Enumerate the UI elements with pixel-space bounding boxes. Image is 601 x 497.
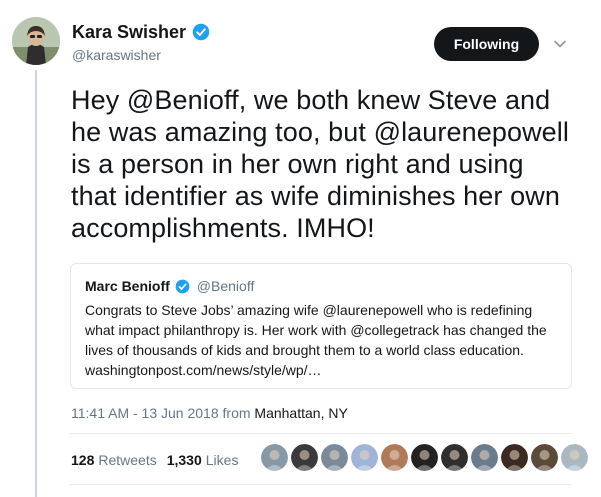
profile-photo-avatar-icon: [12, 17, 60, 65]
liker-avatar-7-icon[interactable]: [441, 444, 468, 471]
tweet-text: Hey @Benioff, we both knew Steve and he …: [71, 84, 571, 244]
tweet-text-line: that identifier as wife diminishes her o…: [71, 181, 560, 211]
liker-avatar-6-icon[interactable]: [411, 444, 438, 471]
author-name-row[interactable]: Kara Swisher: [72, 21, 210, 43]
retweets-label: Retweets: [98, 452, 157, 468]
quoted-link[interactable]: washingtonpost.com/news/style/wp/…: [85, 360, 565, 380]
retweets-stat[interactable]: 128 Retweets: [71, 451, 157, 469]
liker-avatars: [261, 444, 588, 471]
liker-avatar-11-icon[interactable]: [561, 444, 588, 471]
author-name[interactable]: Kara Swisher: [72, 21, 186, 43]
likes-stat[interactable]: 1,330 Likes: [167, 451, 239, 469]
quoted-text-line: Congrats to Steve Jobs’ amazing wife @la…: [85, 302, 533, 318]
likes-count: 1,330: [166, 452, 202, 468]
quoted-author-handle: @Benioff: [196, 278, 255, 294]
quoted-tweet-header: Marc Benioff @Benioff: [85, 277, 254, 295]
liker-avatar-3-icon[interactable]: [321, 444, 348, 471]
liker-avatar-8-icon[interactable]: [471, 444, 498, 471]
quoted-author-name: Marc Benioff: [85, 278, 170, 294]
liker-avatar-2-icon[interactable]: [291, 444, 318, 471]
tweet-text-line: he was amazing too, but @laurenepowell: [71, 117, 569, 147]
author-avatar[interactable]: [12, 17, 60, 65]
verified-badge-icon: [192, 23, 210, 41]
tweet-text-line: is a person in her own right and using: [71, 149, 524, 179]
tweet-text-line: Hey @Benioff, we both knew Steve and: [71, 85, 551, 115]
following-button[interactable]: Following: [434, 27, 539, 61]
liker-avatar-9-icon[interactable]: [501, 444, 528, 471]
author-handle[interactable]: @karaswisher: [72, 46, 161, 64]
thread-line: [35, 70, 37, 497]
location-link[interactable]: Manhattan, NY: [254, 405, 347, 421]
liker-avatar-5-icon[interactable]: [381, 444, 408, 471]
quoted-tweet-text: Congrats to Steve Jobs’ amazing wife @la…: [85, 300, 565, 380]
tweet-timestamp: 11:41 AM - 13 Jun 2018 from Manhattan, N…: [71, 404, 348, 422]
tweet-text-line: accomplishments. IMHO!: [71, 213, 375, 243]
quoted-tweet-card[interactable]: Marc Benioff @Benioff Congrats to Steve …: [70, 263, 572, 389]
quoted-text-line: what impact philanthropy is. Her work wi…: [85, 322, 547, 338]
likes-label: Likes: [205, 452, 239, 468]
divider: [70, 484, 572, 485]
liker-avatar-10-icon[interactable]: [531, 444, 558, 471]
chevron-down-icon[interactable]: [553, 37, 567, 51]
liker-avatar-4-icon[interactable]: [351, 444, 378, 471]
tweet-stats: 128 Retweets 1,330 Likes: [71, 451, 238, 469]
liker-avatar-1-icon[interactable]: [261, 444, 288, 471]
verified-badge-icon: [175, 279, 190, 293]
retweets-count: 128: [71, 452, 95, 468]
divider: [70, 433, 572, 434]
timestamp-text: 11:41 AM - 13 Jun 2018 from: [71, 405, 255, 421]
quoted-text-line: lives of thousands of kids and brought t…: [85, 342, 524, 358]
